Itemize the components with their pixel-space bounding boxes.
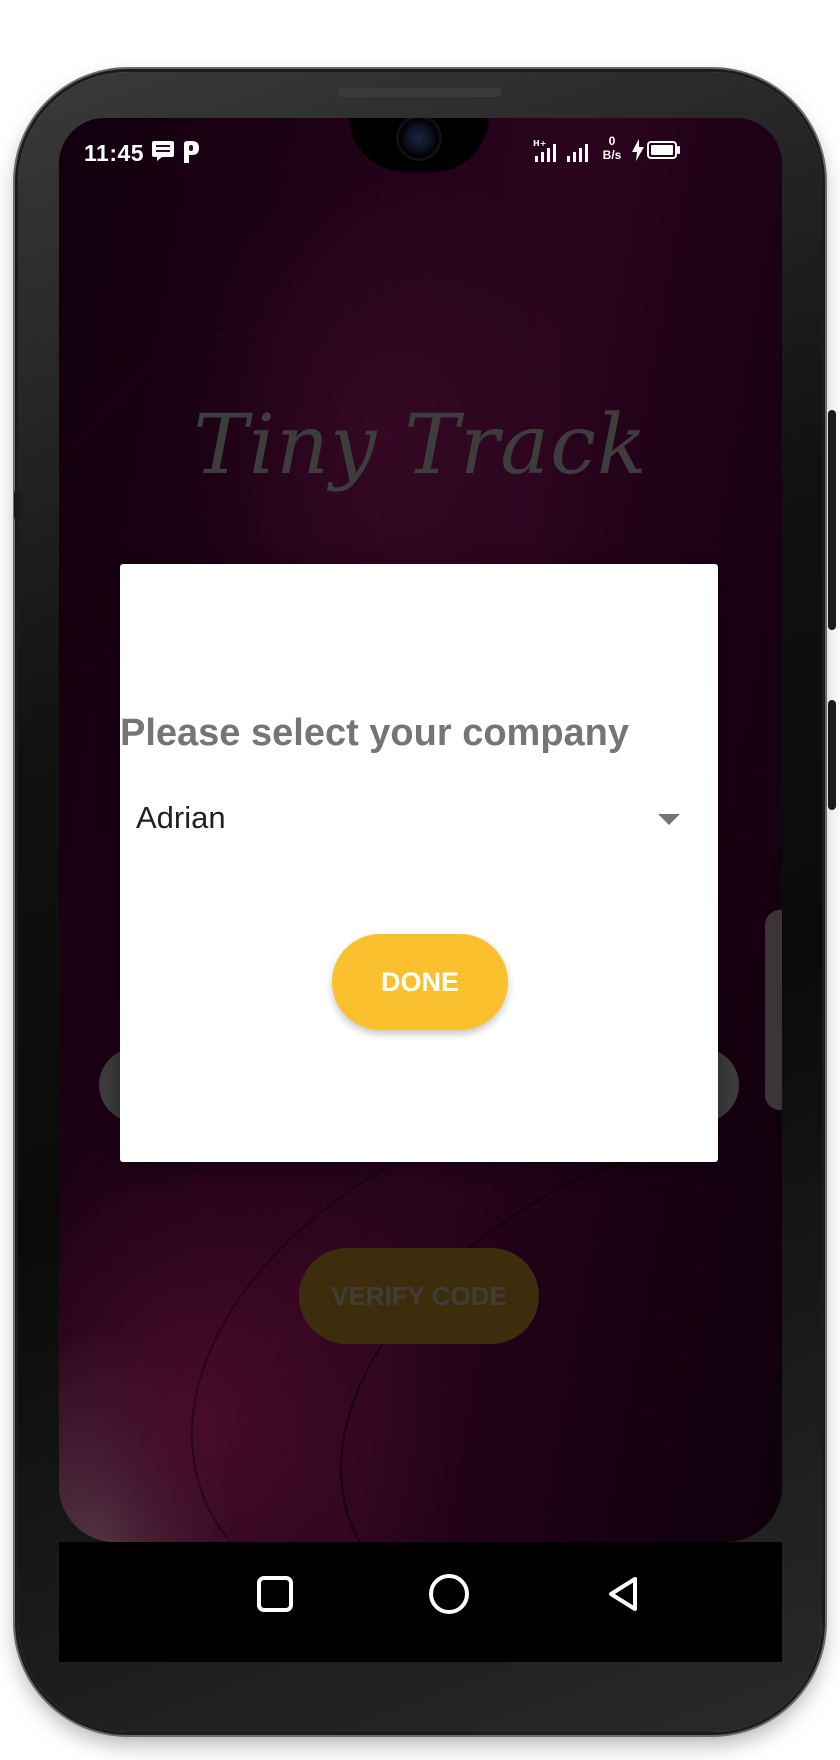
status-time: 11:45	[84, 140, 145, 166]
power-button	[828, 410, 836, 630]
message-icon	[151, 140, 175, 167]
recent-apps-button[interactable]	[245, 1564, 305, 1624]
signal-icon: H+	[533, 138, 561, 169]
page: Tiny Track VERIFY CODE 11:45 H+ 0 B/s Pl…	[0, 0, 840, 1760]
screen: Tiny Track VERIFY CODE 11:45 H+ 0 B/s Pl…	[59, 118, 782, 1542]
home-icon	[429, 1574, 469, 1614]
dropdown-arrow-icon	[658, 814, 680, 825]
home-button[interactable]	[419, 1564, 479, 1624]
done-button[interactable]: DONE	[332, 934, 508, 1030]
back-icon	[609, 1577, 637, 1611]
navigation-bar	[59, 1542, 782, 1662]
front-camera	[399, 118, 439, 158]
signal-icon	[565, 138, 593, 169]
back-button[interactable]	[593, 1564, 653, 1624]
network-speed-unit: B/s	[602, 148, 622, 162]
earpiece	[338, 88, 502, 97]
selected-company: Adrian	[136, 800, 226, 835]
network-type-label: H+	[533, 139, 546, 148]
company-select-dialog: Please select your company Adrian DONE	[120, 564, 718, 1162]
recent-apps-icon	[257, 1576, 293, 1612]
charging-icon	[631, 138, 645, 167]
network-speed-value: 0	[608, 134, 616, 148]
company-dropdown[interactable]: Adrian	[136, 790, 686, 846]
parking-icon	[181, 140, 201, 169]
status-bar: 11:45 H+ 0 B/s	[59, 118, 782, 182]
network-speed: 0 B/s	[597, 134, 627, 162]
side-key	[14, 490, 20, 520]
dialog-title: Please select your company	[120, 712, 630, 754]
battery-icon	[647, 140, 681, 165]
volume-button	[828, 700, 836, 810]
